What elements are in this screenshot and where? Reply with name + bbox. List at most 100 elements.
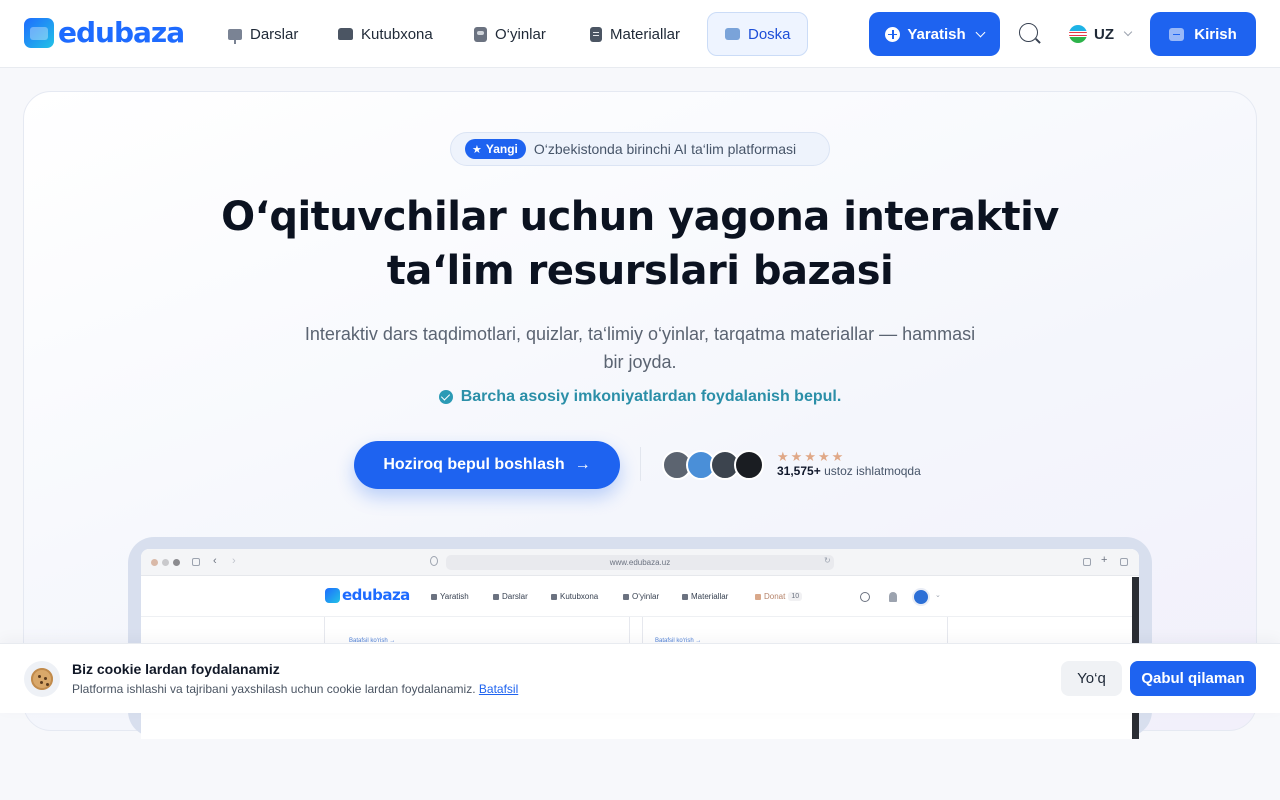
logo[interactable]: edubaza — [24, 16, 185, 49]
nav-kutubxona[interactable]: Kutubxona — [324, 12, 447, 56]
cookie-description: Platforma ishlashi va tajribani yaxshila… — [72, 682, 518, 696]
reload-icon: ↻ — [824, 556, 831, 565]
search-icon — [860, 592, 870, 602]
presentation-icon — [228, 28, 242, 44]
donat-count: 10 — [788, 592, 803, 601]
nav-oyinlar[interactable]: O‘yinlar — [460, 12, 560, 56]
nav-materiallar[interactable]: Materiallar — [576, 12, 694, 56]
uzbekistan-flag-icon — [1069, 25, 1087, 43]
headline-line-1: O‘qituvchilar uchun yagona interaktiv — [221, 194, 1059, 240]
mockup-nav-label: Kutubxona — [560, 592, 599, 601]
browser-toolbar: ‹ › www.edubaza.uz ↻ + — [141, 549, 1139, 576]
mockup-nav-label: Donat — [764, 592, 786, 601]
tabs-icon — [1120, 558, 1128, 566]
verified-check-icon — [438, 390, 453, 404]
chevron-down-icon — [975, 27, 986, 37]
divider — [640, 447, 641, 481]
mockup-nav-item: Kutubxona — [551, 592, 598, 601]
star-icon: ★ — [817, 449, 830, 464]
mockup-nav-item: Yaratish — [431, 592, 469, 601]
announcement-badge: ★ Yangi O‘zbekistonda birinchi AI ta‘lim… — [450, 132, 830, 166]
language-label: UZ — [1094, 25, 1114, 43]
pen-icon — [431, 593, 437, 600]
start-free-button[interactable]: Hoziroq bepul boshlash → — [354, 441, 620, 489]
user-count-line: 31,575+ ustoz ishlatmoqda — [777, 464, 921, 478]
user-count-suffix: ustoz ishlatmoqda — [824, 464, 921, 478]
mockup-nav-label: Yaratish — [440, 592, 469, 601]
star-icon: ★ — [831, 449, 844, 464]
nav-darslar[interactable]: Darslar — [214, 12, 312, 56]
whiteboard-icon — [725, 28, 740, 40]
star-icon: ★ — [790, 449, 803, 464]
nav-oyinlar-label: O‘yinlar — [495, 25, 546, 43]
mockup-logo: edubaza — [325, 586, 410, 604]
sidebar-icon — [192, 558, 200, 566]
logo-icon — [24, 18, 54, 48]
window-dot — [162, 559, 169, 566]
forward-icon: › — [232, 555, 236, 567]
star-icon: ★ — [472, 143, 482, 156]
hero-headline: O‘qituvchilar uchun yagona interaktiv ta… — [160, 190, 1120, 298]
cookie-title: Biz cookie lardan foydalanamiz — [72, 661, 280, 677]
create-button-label: Yaratish — [907, 25, 966, 43]
mockup-logo-text: edubaza — [342, 586, 410, 604]
new-tab-icon: + — [1101, 554, 1108, 566]
back-icon: ‹ — [213, 555, 217, 567]
login-button[interactable]: Kirish — [1150, 12, 1256, 56]
language-selector[interactable]: UZ — [1069, 23, 1133, 45]
hero-subtext: Interaktiv dars taqdimotlari, quizlar, t… — [304, 324, 976, 372]
presentation-icon — [493, 593, 499, 600]
mockup-nav-item: Donat 10 — [755, 592, 803, 601]
star-icon: ★ — [804, 449, 816, 464]
user-count: 31,575+ — [777, 464, 821, 478]
address-bar: www.edubaza.uz — [446, 555, 834, 570]
heart-icon — [755, 593, 761, 600]
cookie-icon — [24, 661, 60, 697]
free-note-text: Barcha asosiy imkoniyatlardan foydalanis… — [460, 388, 842, 405]
mockup-nav-item: Materiallar — [682, 592, 728, 601]
logo-text: edubaza — [58, 16, 185, 49]
document-icon — [682, 593, 688, 600]
search-icon[interactable] — [1019, 23, 1041, 45]
avatar — [734, 450, 764, 480]
chevron-down-icon — [1123, 27, 1133, 37]
nav-materiallar-label: Materiallar — [610, 25, 681, 43]
free-note: Barcha asosiy imkoniyatlardan foydalanis… — [400, 386, 880, 408]
mockup-nav-label: Darslar — [502, 592, 528, 601]
mockup-navbar: edubaza Yaratish Darslar Kutubxona O‘yin… — [141, 577, 1139, 617]
mockup-nav-item: O‘yinlar — [623, 592, 659, 601]
gamepad-icon — [623, 593, 629, 600]
cookie-banner: Biz cookie lardan foydalanamiz Platforma… — [0, 643, 1280, 713]
announcement-text: O‘zbekistonda birinchi AI ta‘lim platfor… — [533, 141, 797, 157]
window-dot — [173, 559, 180, 566]
new-badge-pill: ★ Yangi — [465, 139, 526, 159]
logo-icon — [325, 587, 340, 603]
library-icon — [338, 28, 353, 40]
library-icon — [551, 593, 557, 600]
mockup-nav-label: Materiallar — [691, 592, 729, 601]
new-badge-label: Yangi — [485, 142, 518, 156]
star-rating: ★ ★ ★ ★ ★ — [777, 449, 843, 465]
address-url: www.edubaza.uz — [609, 558, 671, 567]
bell-icon — [889, 592, 897, 602]
create-button[interactable]: Yaratish — [869, 12, 1000, 56]
top-navbar: edubaza Darslar Kutubxona O‘yinlar Mater… — [0, 0, 1280, 68]
headline-line-2: ta‘lim resurslari bazasi — [386, 248, 894, 294]
login-button-label: Kirish — [1194, 25, 1237, 43]
teacher-avatars — [662, 450, 766, 480]
share-icon — [1083, 558, 1091, 566]
nav-doska[interactable]: Doska — [707, 12, 808, 56]
cookie-decline-button[interactable]: Yo‘q — [1061, 661, 1122, 696]
mockup-nav-item: Darslar — [493, 592, 528, 601]
gamepad-icon — [474, 26, 487, 42]
cookie-text: Platforma ishlashi va tajribani yaxshila… — [72, 682, 476, 696]
cookie-details-link[interactable]: Batafsil — [479, 682, 518, 696]
plus-circle-icon — [885, 26, 901, 42]
nav-kutubxona-label: Kutubxona — [361, 25, 433, 43]
arrow-right-icon: → — [574, 456, 591, 473]
mockup-nav-label: O‘yinlar — [632, 592, 660, 601]
star-icon: ★ — [777, 449, 789, 464]
shield-icon — [430, 556, 438, 566]
window-dot — [151, 559, 158, 566]
cookie-accept-button[interactable]: Qabul qilaman — [1130, 661, 1256, 696]
